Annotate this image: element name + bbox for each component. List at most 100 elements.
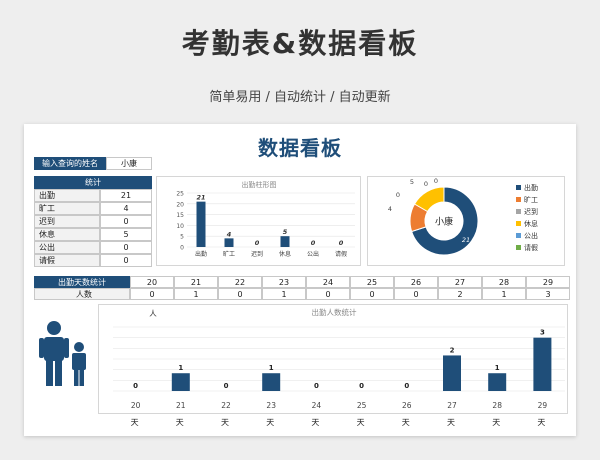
bar-data-label: 4 xyxy=(227,230,232,238)
daily-x-tick: 24 xyxy=(312,401,322,410)
day-cell: 27 xyxy=(438,276,482,288)
daily-bar-mark xyxy=(171,373,190,391)
day-cell: 24 xyxy=(306,276,350,288)
daily-data-label: 0 xyxy=(359,382,364,390)
page-title: 考勤表&数据看板 xyxy=(181,27,419,60)
count-cell: 0 xyxy=(130,288,174,300)
daily-x-tick: 22 xyxy=(221,401,231,410)
bar-data-label: 0 xyxy=(311,239,316,247)
bar-x-tick: 旷工 xyxy=(223,250,235,258)
bar-y-tick: 15 xyxy=(176,212,184,219)
daily-data-label: 3 xyxy=(540,329,545,337)
count-cell: 2 xyxy=(438,288,482,300)
daily-x-tick: 20 xyxy=(131,401,141,410)
count-cell: 0 xyxy=(306,288,350,300)
donut-outside-label: 5 xyxy=(410,178,414,186)
daily-bar-mark xyxy=(488,373,507,391)
stats-header: 统计 xyxy=(34,176,152,189)
donut-outside-label: 0 xyxy=(434,177,438,185)
bar-y-tick: 0 xyxy=(180,245,184,252)
stats-row-value: 21 xyxy=(100,189,152,202)
daily-data-label: 0 xyxy=(404,382,409,390)
page-subtitle: 简单易用 / 自动统计 / 自动更新 xyxy=(209,90,391,105)
count-cell: 0 xyxy=(394,288,438,300)
legend-swatch xyxy=(516,233,521,238)
day-suffix-label: 天 xyxy=(175,418,184,427)
bar-y-tick: 20 xyxy=(176,201,184,208)
day-cell: 28 xyxy=(482,276,526,288)
daily-chart-title: 出勤人数统计 xyxy=(312,307,357,317)
count-cell: 0 xyxy=(218,288,262,300)
stats-row-label: 公出 xyxy=(34,241,100,254)
legend-swatch xyxy=(516,185,521,190)
daily-count-panel: 出勤人数统计 人 0 20 1 21 0 22 1 23 0 24 0 25 0 26 2 27 1 28 3 29 xyxy=(98,304,568,414)
stats-row-label: 迟到 xyxy=(34,215,100,228)
legend-swatch xyxy=(516,209,521,214)
stats-row-value: 0 xyxy=(100,215,152,228)
donut-center-label: 小康 xyxy=(435,216,453,228)
count-cell: 1 xyxy=(482,288,526,300)
count-cell: 1 xyxy=(174,288,218,300)
bar-x-tick: 请假 xyxy=(335,250,347,258)
daily-data-label: 0 xyxy=(133,382,138,390)
donut-outside-label: 0 xyxy=(396,191,400,199)
daily-x-tick: 25 xyxy=(357,401,367,410)
day-suffix-label: 天 xyxy=(221,418,229,427)
bar-data-label: 21 xyxy=(196,194,205,202)
count-row-label: 人数 xyxy=(34,288,130,300)
daily-x-tick: 23 xyxy=(266,401,276,410)
bar-y-tick: 10 xyxy=(176,223,184,230)
bar-y-tick: 25 xyxy=(176,191,184,198)
bar-data-label: 0 xyxy=(255,239,260,247)
day-cell: 22 xyxy=(218,276,262,288)
daily-data-label: 1 xyxy=(269,364,274,372)
attendance-bar-chart: 出勤柱形图 0 5 10 15 20 25 21 出勤 4 旷工 0 迟到 5 休息 0 公出 0 请假 xyxy=(176,180,355,258)
legend-entry: 迟到 xyxy=(524,208,538,216)
bar-x-tick: 休息 xyxy=(279,250,291,258)
bar-y-tick: 5 xyxy=(180,234,184,241)
day-cell: 25 xyxy=(350,276,394,288)
day-cell: 29 xyxy=(526,276,570,288)
donut-data-label: 21 xyxy=(462,236,470,244)
count-cell: 1 xyxy=(262,288,306,300)
day-cell: 20 xyxy=(130,276,174,288)
count-cell: 0 xyxy=(350,288,394,300)
bar-x-tick: 出勤 xyxy=(195,250,207,258)
day-suffix-label: 天 xyxy=(356,418,365,427)
stats-row-value: 4 xyxy=(100,202,152,215)
day-cell: 23 xyxy=(262,276,306,288)
bar-mark xyxy=(224,238,234,247)
bar-data-label: 5 xyxy=(283,228,288,236)
stats-row-label: 请假 xyxy=(34,254,100,267)
legend-entry: 旷工 xyxy=(524,195,538,204)
bar-x-tick: 公出 xyxy=(307,250,319,258)
attendance-donut-chart: 21小康5 0 040出勤旷工迟到休息公出请假 xyxy=(388,177,538,256)
daily-data-label: 1 xyxy=(495,364,500,372)
query-label: 输入查询的姓名 xyxy=(34,157,106,170)
count-cell: 3 xyxy=(526,288,570,300)
stats-row-value: 0 xyxy=(100,241,152,254)
day-cell: 21 xyxy=(174,276,218,288)
daily-bar-mark xyxy=(262,373,281,391)
stats-row-value: 0 xyxy=(100,254,152,267)
bar-x-tick: 迟到 xyxy=(251,250,263,258)
bar-mark xyxy=(196,201,206,247)
day-suffix-label: 天 xyxy=(492,418,501,427)
legend-entry: 出勤 xyxy=(524,183,538,192)
query-name-input[interactable]: 小康 xyxy=(106,157,152,170)
daily-x-tick: 28 xyxy=(492,401,502,410)
attendance-donut-panel: 21 小康 5 0 0 4 0 出勤 旷工 迟到 休息 公出 请假 xyxy=(367,176,565,266)
days-row-label: 出勤天数统计 xyxy=(34,276,130,288)
stats-row-value: 5 xyxy=(100,228,152,241)
legend-swatch xyxy=(516,245,521,250)
donut-outside-label: 4 xyxy=(388,205,392,213)
legend-swatch xyxy=(516,197,521,202)
day-cell: 26 xyxy=(394,276,438,288)
daily-bar-mark xyxy=(533,337,552,391)
day-suffix-label: 天 xyxy=(537,418,546,427)
legend-swatch xyxy=(516,221,521,226)
donut-outside-label: 0 xyxy=(424,180,428,188)
daily-x-tick: 27 xyxy=(447,401,457,410)
stats-row-label: 出勤 xyxy=(34,189,100,202)
day-suffix-label: 天 xyxy=(311,418,320,427)
